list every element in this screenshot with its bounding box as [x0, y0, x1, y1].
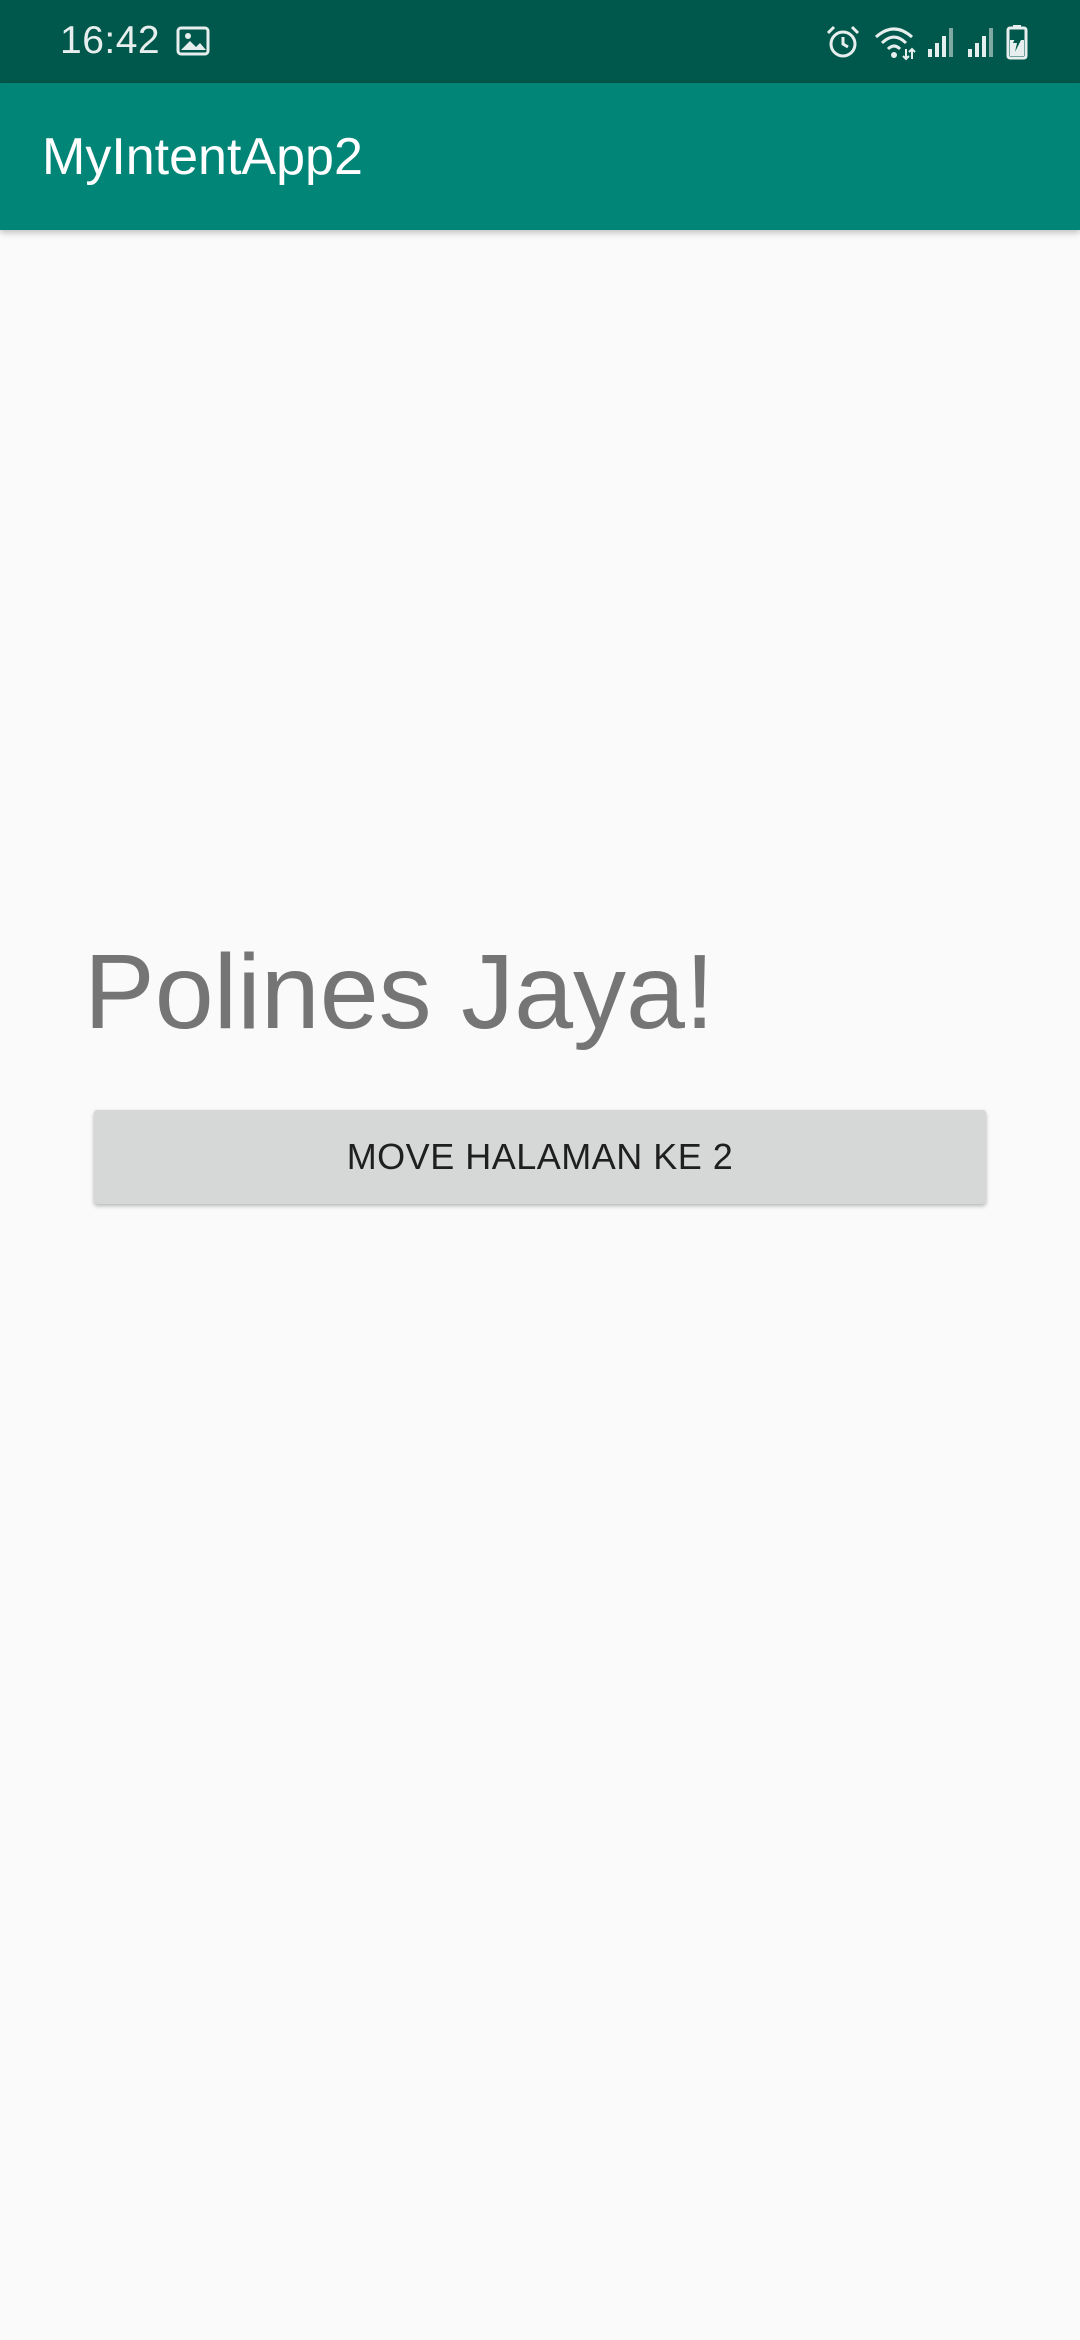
app-bar: MyIntentApp2: [0, 83, 1080, 230]
move-halaman-button[interactable]: MOVE HALAMAN KE 2: [94, 1110, 986, 1204]
battery-charging-icon: [1006, 24, 1028, 60]
signal-icon: [926, 25, 956, 59]
main-content: Polines Jaya! MOVE HALAMAN KE 2: [0, 230, 1080, 2340]
signal-icon: [966, 25, 996, 59]
headline-text: Polines Jaya!: [84, 933, 715, 1051]
app-title: MyIntentApp2: [42, 128, 363, 186]
status-icons: [824, 20, 1028, 64]
alarm-icon: [824, 23, 862, 61]
wifi-icon: [872, 23, 916, 61]
status-bar: 16:42: [0, 0, 1080, 83]
status-time: 16:42: [60, 19, 161, 62]
image-icon: [176, 24, 210, 58]
